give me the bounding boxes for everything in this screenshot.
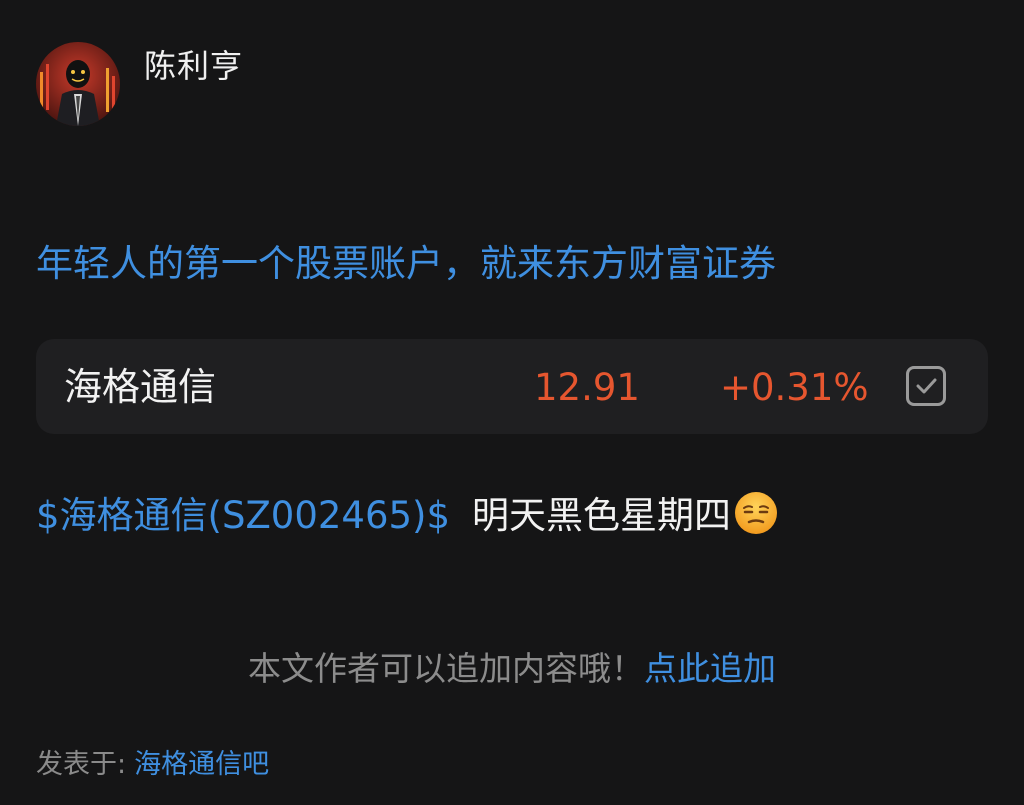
unamused-face-emoji-icon [735, 492, 778, 534]
stock-change-percent: +0.31% [720, 366, 869, 409]
stock-name: 海格通信 [64, 365, 217, 409]
stock-tag-link[interactable]: $海格通信(SZ002465)$ [36, 494, 450, 537]
post-text: 明天黑色星期四 [472, 494, 732, 537]
add-to-watchlist-button[interactable] [906, 366, 946, 406]
posted-in-label: 发表于: [36, 749, 127, 780]
promo-ad-link[interactable]: 年轻人的第一个股票账户，就来东方财富证券 [36, 238, 776, 290]
append-hint-text: 本文作者可以追加内容哦！ [248, 649, 644, 688]
masked-man-avatar-icon [36, 42, 120, 126]
append-content-row: 本文作者可以追加内容哦！点此追加 [0, 646, 1024, 692]
append-content-link[interactable]: 点此追加 [644, 649, 776, 688]
author-name[interactable]: 陈利亨 [144, 44, 243, 88]
stock-quote-card[interactable]: 海格通信 12.91 +0.31% [36, 339, 988, 434]
post-body: $海格通信(SZ002465)$ 明天黑色星期四 [36, 490, 779, 550]
checkmark-icon [916, 378, 937, 394]
avatar[interactable] [36, 42, 120, 126]
stock-price: 12.91 [534, 366, 640, 409]
posted-in-row: 发表于: 海格通信吧 [36, 745, 269, 785]
forum-link[interactable]: 海格通信吧 [134, 749, 269, 780]
